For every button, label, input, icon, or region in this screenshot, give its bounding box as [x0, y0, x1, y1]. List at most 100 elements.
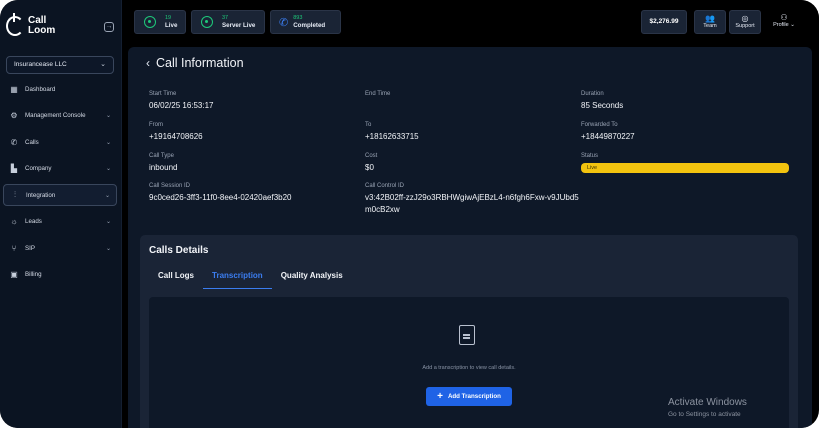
- field-label: Call Type: [149, 153, 174, 159]
- sidebar-item-label: Management Console: [25, 112, 86, 119]
- call-type-field: Call Type inbound: [149, 152, 177, 174]
- profile-label: Profile: [773, 22, 789, 28]
- field-value: +19164708626: [149, 132, 203, 141]
- activate-windows-watermark: Activate Windows Go to Settings to activ…: [668, 397, 747, 421]
- field-label: End Time: [365, 91, 391, 97]
- field-label: To: [365, 122, 372, 128]
- sidebar-item-dashboard[interactable]: ▦ Dashboard: [3, 78, 117, 100]
- chevron-down-icon: ⌄: [105, 219, 111, 225]
- status-badge: Live: [581, 163, 789, 173]
- dashboard-icon: ▦: [10, 84, 18, 94]
- stat-value: 893: [293, 15, 303, 21]
- phone-icon: ✆: [279, 16, 289, 29]
- chevron-down-icon: ⌄: [105, 139, 111, 146]
- logo-text: Call Loom: [28, 15, 56, 36]
- add-transcription-button[interactable]: + Add Transcription: [426, 387, 512, 406]
- sidebar-item-label: SIP: [25, 244, 35, 252]
- sidebar-item-calls[interactable]: ✆ Calls ⌄: [3, 131, 117, 153]
- field-value: 06/02/25 16:53:17: [149, 101, 214, 110]
- topbar: 19 Live 37 Server Live ✆ 893 Completed $…: [122, 0, 819, 46]
- chevron-down-icon: ⌄: [105, 245, 111, 252]
- field-label: Forwarded To: [581, 122, 618, 128]
- chevron-down-icon: ⌄: [790, 22, 795, 28]
- balance-badge[interactable]: $2,276.99: [641, 10, 687, 34]
- stat-value: 37: [222, 15, 229, 21]
- forwarded-to-field: Forwarded To +18449870227: [581, 121, 635, 143]
- document-icon: [459, 325, 475, 345]
- support-icon: ◎: [741, 14, 749, 23]
- team-label: Team: [703, 23, 717, 29]
- empty-state-text: Add a transcription to view call details…: [422, 365, 516, 371]
- sidebar-item-integration[interactable]: ⫶ Integration ⌄: [3, 184, 117, 206]
- back-arrow-icon[interactable]: ‹: [146, 56, 150, 70]
- sidebar-item-label: Leads: [25, 218, 42, 225]
- call-control-id-field: Call Control ID v3:42B02ff-zzJ29o3RBHWgi…: [365, 182, 580, 216]
- building-icon: ▙: [10, 164, 18, 173]
- watermark-title: Activate Windows: [668, 397, 747, 408]
- add-transcription-label: Add Transcription: [447, 393, 501, 400]
- sidebar-nav: ▦ Dashboard ⚙ Management Console ⌄ ✆ Cal…: [3, 78, 117, 290]
- tab-transcription[interactable]: Transcription: [203, 271, 272, 289]
- details-tabs: Call Logs Transcription Quality Analysis: [149, 271, 352, 289]
- chevron-down-icon: ⌄: [104, 192, 110, 199]
- field-label: Status: [581, 153, 599, 159]
- duration-field: Duration 85 Seconds: [581, 90, 623, 112]
- sidebar-item-company[interactable]: ▙ Company ⌄: [3, 158, 117, 180]
- field-value: 85 Seconds: [581, 101, 624, 110]
- field-value: inbound: [149, 163, 178, 172]
- profile-menu[interactable]: ⚇ Profile ⌄: [767, 10, 801, 34]
- sidebar-item-label: Dashboard: [25, 85, 56, 93]
- server-status-icon: [201, 16, 213, 28]
- collapse-sidebar-button[interactable]: →: [104, 22, 114, 32]
- stat-value: 19: [165, 15, 172, 21]
- chevron-down-icon: ⌄: [105, 113, 111, 119]
- field-label: Call Control ID: [365, 183, 405, 189]
- start-time-field: Start Time 06/02/25 16:53:17: [149, 90, 214, 112]
- phone-icon: ✆: [10, 137, 18, 147]
- tab-call-logs[interactable]: Call Logs: [149, 271, 203, 289]
- stat-label: Completed: [293, 22, 326, 29]
- logo-icon: [6, 13, 24, 36]
- sidebar-item-sip[interactable]: ⑂ SIP ⌄: [3, 237, 117, 259]
- field-value: v3:42B02ff-zzJ29o3RBHWgiwAjEBzL4-n6fgh6F…: [365, 193, 579, 214]
- team-button[interactable]: 👥 Team: [694, 10, 726, 34]
- stat-completed[interactable]: ✆ 893 Completed: [270, 10, 341, 34]
- support-button[interactable]: ◎ Support: [729, 10, 761, 34]
- field-label: Cost: [365, 153, 378, 159]
- sidebar-item-label: Calls: [25, 138, 39, 146]
- section-title: Calls Details: [149, 245, 209, 256]
- sidebar-item-label: Billing: [25, 271, 42, 278]
- logo[interactable]: Call Loom: [6, 13, 58, 36]
- field-label: From: [149, 122, 163, 128]
- stat-label: Server Live: [222, 22, 256, 29]
- sidebar-item-management-console[interactable]: ⚙ Management Console ⌄: [3, 105, 117, 127]
- watermark-subtitle: Go to Settings to activate: [668, 411, 741, 418]
- team-icon: 👥: [705, 14, 715, 23]
- sidebar-item-billing[interactable]: ▣ Billing: [3, 264, 117, 286]
- chevron-down-icon: ⌄: [100, 61, 106, 68]
- field-value: +18449870227: [581, 132, 635, 141]
- sidebar-item-label: Integration: [26, 191, 56, 199]
- tab-quality-analysis[interactable]: Quality Analysis: [272, 271, 352, 289]
- sliders-icon: ⫶: [14, 190, 16, 199]
- field-label: Start Time: [149, 91, 177, 97]
- end-time-field: End Time: [365, 90, 390, 100]
- sidebar-item-label: Company: [25, 165, 52, 172]
- company-select-value: Insurancease LLC: [14, 61, 67, 68]
- stat-server-live[interactable]: 37 Server Live: [191, 10, 265, 34]
- field-label: Call Session ID: [149, 183, 191, 189]
- field-label: Duration: [581, 91, 604, 97]
- gear-icon: ⚙: [10, 111, 18, 120]
- company-select[interactable]: Insurancease LLC ⌄: [6, 56, 114, 74]
- to-field: To +18162633715: [365, 121, 419, 143]
- stat-live[interactable]: 19 Live: [134, 10, 186, 34]
- stat-label: Live: [165, 22, 178, 29]
- cost-field: Cost $0: [365, 152, 377, 174]
- support-label: Support: [735, 23, 755, 29]
- live-status-icon: [144, 16, 156, 28]
- main-panel: ‹ Call Information Start Time 06/02/25 1…: [128, 47, 812, 428]
- call-session-id-field: Call Session ID 9c0ced26-3ff3-11f0-8ee4-…: [149, 182, 292, 204]
- sidebar-item-leads[interactable]: ☼ Leads ⌄: [3, 211, 117, 233]
- network-icon: ⑂: [11, 243, 17, 253]
- lightbulb-icon: ☼: [10, 217, 18, 226]
